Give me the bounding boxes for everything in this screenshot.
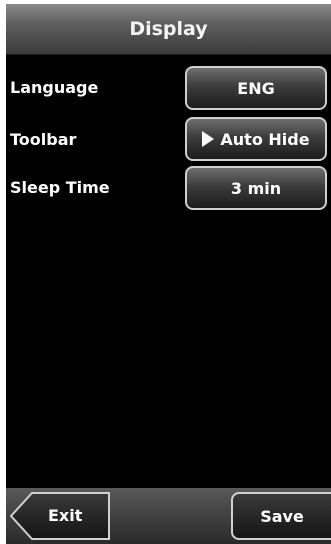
- toolbar-button[interactable]: Auto Hide: [185, 117, 327, 161]
- save-label: Save: [260, 506, 304, 526]
- language-button[interactable]: ENG: [185, 66, 327, 110]
- exit-button[interactable]: Exit: [10, 492, 110, 540]
- language-label: Language: [10, 78, 99, 97]
- save-button[interactable]: Save: [231, 492, 331, 540]
- sleep-time-button[interactable]: 3 min: [185, 166, 327, 210]
- sleep-time-value: 3 min: [230, 178, 282, 198]
- toolbar-label: Toolbar: [10, 130, 77, 149]
- device-screen: Display Language ENG Toolbar Auto Hide S…: [6, 4, 331, 544]
- exit-label: Exit: [48, 506, 83, 525]
- sleep-time-label: Sleep Time: [10, 178, 110, 197]
- title-bar: Display: [6, 4, 331, 55]
- bottom-bar: Exit Save: [6, 488, 331, 544]
- language-value: ENG: [237, 78, 275, 98]
- page-title: Display: [129, 18, 208, 40]
- toolbar-value: Auto Hide: [220, 129, 310, 149]
- play-arrow-icon: [202, 131, 215, 147]
